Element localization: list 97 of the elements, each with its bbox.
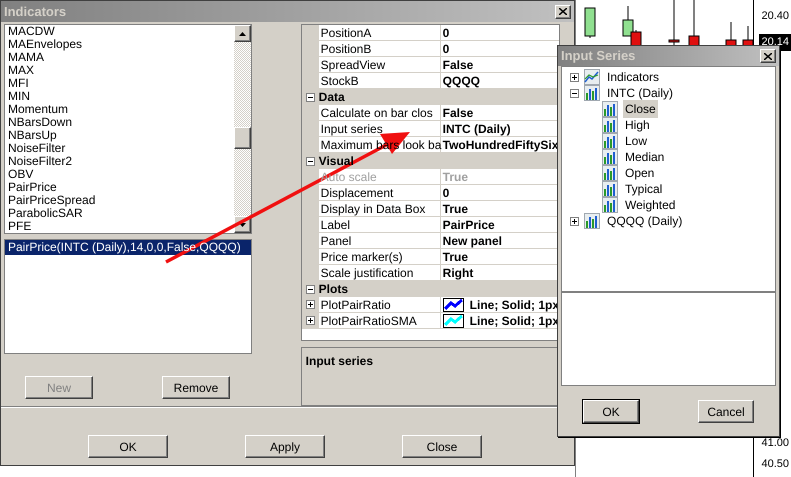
property-value[interactable]: False xyxy=(440,105,559,120)
property-name: Calculate on bar clos xyxy=(318,105,441,120)
list-item[interactable]: MFI xyxy=(8,77,234,90)
list-item[interactable]: NBarsDown xyxy=(8,116,234,129)
collapse-icon[interactable] xyxy=(570,88,579,98)
list-item[interactable]: MAMA xyxy=(8,51,234,64)
property-value[interactable]: INTC (Daily) xyxy=(440,121,559,136)
price-label: 40.50 xyxy=(761,457,789,472)
close-icon xyxy=(559,8,567,15)
list-item[interactable]: NBarsUp xyxy=(8,129,234,142)
bar-chart-icon xyxy=(602,117,618,133)
property-name: Displacement xyxy=(318,185,441,200)
list-item[interactable]: PFE xyxy=(8,220,234,233)
bar-chart-icon xyxy=(602,133,618,149)
close-button[interactable] xyxy=(555,4,571,18)
close-icon xyxy=(764,52,772,60)
collapse-icon[interactable] xyxy=(306,92,315,102)
close-button[interactable] xyxy=(760,49,776,63)
collapse-icon[interactable] xyxy=(306,156,315,166)
property-value[interactable]: PairPrice xyxy=(440,217,559,232)
expand-icon[interactable] xyxy=(570,72,579,82)
property-value[interactable]: QQQQ xyxy=(440,73,559,88)
close-button[interactable]: Close xyxy=(402,435,482,458)
property-name: PlotPairRatio xyxy=(318,297,441,312)
property-name: Price marker(s) xyxy=(318,249,441,264)
category-label: Plots xyxy=(318,281,348,297)
list-item[interactable]: MAEnvelopes xyxy=(8,38,234,51)
bar-chart-icon xyxy=(602,181,618,197)
tree-item[interactable]: QQQQ (Daily) xyxy=(605,212,684,230)
scroll-up-button[interactable] xyxy=(234,25,251,42)
property-name: StockB xyxy=(318,73,441,88)
tree-item[interactable]: High xyxy=(623,116,652,134)
list-item[interactable]: PairPriceSpread xyxy=(8,194,234,207)
bar-chart-icon xyxy=(584,213,600,229)
tree-item[interactable]: Typical xyxy=(623,180,664,198)
up-arrow-icon xyxy=(239,32,246,36)
property-value[interactable]: 0 xyxy=(440,41,559,56)
property-value[interactable]: Right xyxy=(440,265,559,280)
expand-icon[interactable] xyxy=(570,216,579,226)
tree-item[interactable]: Median xyxy=(623,148,666,166)
list-item[interactable]: Momentum xyxy=(8,103,234,116)
expand-icon[interactable] xyxy=(306,300,315,309)
ok-button[interactable]: OK xyxy=(88,435,168,458)
category-label: Data xyxy=(318,89,345,105)
property-name: Label xyxy=(318,217,441,232)
scroll-thumb[interactable] xyxy=(234,127,251,149)
scrollbar[interactable] xyxy=(234,25,251,233)
list-item[interactable]: MIN xyxy=(8,90,234,103)
apply-button[interactable]: Apply xyxy=(245,435,325,458)
category-row[interactable]: Visual xyxy=(302,153,559,169)
tree-item[interactable]: INTC (Daily) xyxy=(605,84,675,102)
list-item[interactable]: ParabolicSAR xyxy=(8,207,234,220)
bar-chart-icon xyxy=(602,101,618,117)
remove-button[interactable]: Remove xyxy=(162,376,230,399)
property-name: Scale justification xyxy=(318,265,441,280)
property-value[interactable]: 0 xyxy=(440,25,559,40)
property-name: Panel xyxy=(318,233,441,248)
property-name: PositionA xyxy=(318,25,441,40)
collapse-icon[interactable] xyxy=(306,284,315,294)
tree-item[interactable]: Weighted xyxy=(623,196,678,214)
bar-chart-icon xyxy=(602,197,618,213)
property-value[interactable]: TwoHundredFiftySix xyxy=(440,137,559,152)
list-item[interactable]: MACDW xyxy=(8,25,234,38)
category-label: Visual xyxy=(318,153,354,169)
description-title: Input series xyxy=(306,354,374,368)
price-label: 41.00 xyxy=(761,436,789,451)
property-name: PlotPairRatioSMA xyxy=(318,313,441,328)
window-title: Indicators xyxy=(4,2,66,21)
property-name: Display in Data Box xyxy=(318,201,441,216)
tree-item[interactable]: Close xyxy=(623,100,658,118)
property-value[interactable]: 0 xyxy=(440,185,559,200)
bar-chart-icon xyxy=(584,85,600,101)
category-row[interactable]: Plots xyxy=(302,281,559,297)
bar-chart-icon xyxy=(602,165,618,181)
property-value[interactable]: New panel xyxy=(440,233,559,248)
property-value[interactable]: True xyxy=(440,249,559,264)
bar-chart-icon xyxy=(602,149,618,165)
list-item[interactable]: PairPrice xyxy=(8,181,234,194)
property-value[interactable]: False xyxy=(440,57,559,72)
price-label: 20.40 xyxy=(761,9,789,24)
window-title: Input Series xyxy=(561,47,636,66)
list-item[interactable]: NoiseFilter2 xyxy=(8,155,234,168)
list-item[interactable]: NoiseFilter xyxy=(8,142,234,155)
cancel-button[interactable]: Cancel xyxy=(698,400,754,423)
category-row[interactable]: Data xyxy=(302,89,559,105)
tree-item[interactable]: Low xyxy=(623,132,650,150)
tree-item[interactable]: Open xyxy=(623,164,656,182)
down-arrow-icon xyxy=(239,222,246,226)
tree-item[interactable]: Indicators xyxy=(605,68,662,86)
property-value[interactable]: True xyxy=(440,201,559,216)
list-item[interactable]: OBV xyxy=(8,168,234,181)
property-name: PositionB xyxy=(318,41,441,56)
property-name: SpreadView xyxy=(318,57,441,72)
ok-button[interactable]: OK xyxy=(583,400,639,423)
list-item[interactable]: MAX xyxy=(8,64,234,77)
line-chart-icon xyxy=(584,69,600,85)
expand-icon[interactable] xyxy=(306,316,315,325)
